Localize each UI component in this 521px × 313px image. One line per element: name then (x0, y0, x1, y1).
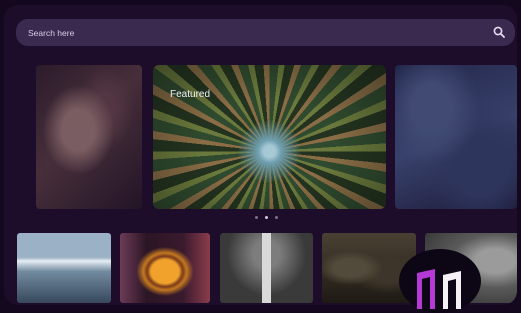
thumbnail-mountains[interactable] (17, 233, 111, 303)
carousel-slide-next[interactable] (395, 65, 517, 209)
pagination-dot[interactable] (275, 216, 278, 219)
brand-mark-icon (417, 269, 461, 309)
pagination-dot[interactable] (255, 216, 258, 219)
thumbnail-lighthouse[interactable] (220, 233, 313, 303)
carousel-slide-previous[interactable] (36, 65, 142, 209)
thumbnail-burger[interactable] (120, 233, 210, 303)
carousel-slide-featured[interactable]: Featured (153, 65, 386, 209)
search-input[interactable]: Search here (28, 28, 74, 38)
pagination-dot-active[interactable] (265, 216, 268, 219)
carousel-pagination (255, 216, 278, 219)
app-logo (399, 249, 481, 313)
search-icon[interactable] (493, 26, 505, 38)
image-carousel: Featured (4, 65, 517, 209)
featured-label: Featured (170, 89, 211, 100)
search-bar[interactable]: Search here (16, 19, 515, 46)
